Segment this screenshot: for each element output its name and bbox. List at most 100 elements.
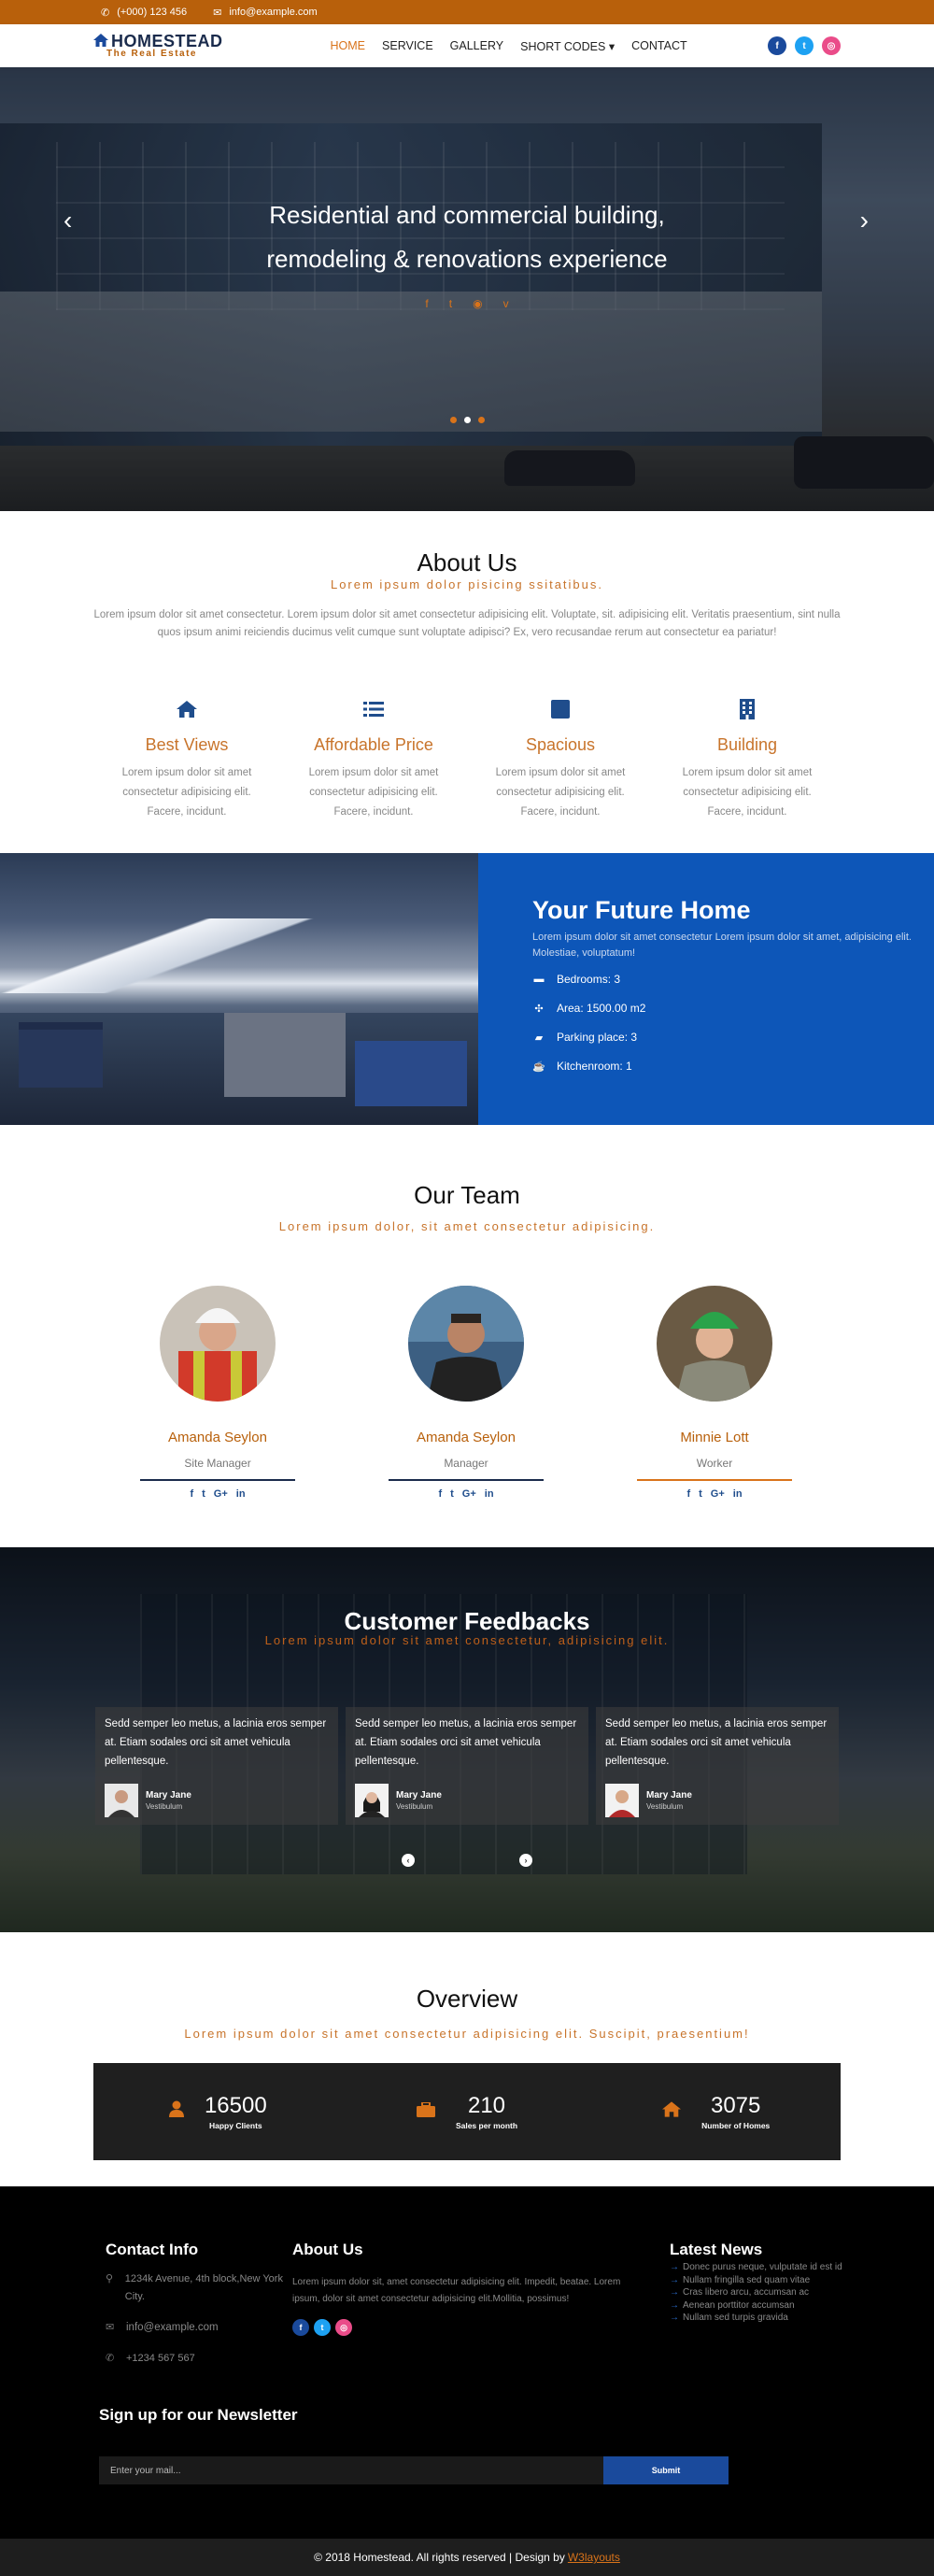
news-item[interactable]: → Cras libero arcu, accumsan ac bbox=[670, 2286, 842, 2299]
reviewer-title: Vestibulum bbox=[396, 1802, 433, 1811]
member-role: Manager bbox=[444, 1457, 488, 1470]
stat-homes: 3075 Number of Homes bbox=[591, 2093, 841, 2130]
contact-email[interactable]: info@example.com bbox=[126, 2319, 219, 2337]
car-icon: ▰ bbox=[534, 1032, 544, 1044]
newsletter-email-input[interactable]: Enter your mail... bbox=[99, 2456, 603, 2484]
member-role: Site Manager bbox=[184, 1457, 251, 1470]
team-members: Amanda Seylon Site Manager f t G+ in Amanda… bbox=[140, 1286, 934, 1500]
caret-down-icon: ▾ bbox=[608, 39, 616, 53]
feedback-next-arrow[interactable]: › bbox=[519, 1854, 532, 1867]
footer: Contact Info ⚲ 1234k Avenue, 4th block,Ne… bbox=[0, 2186, 934, 2539]
facebook-icon[interactable]: f bbox=[686, 1488, 690, 1500]
arrow-right-icon: → bbox=[670, 2299, 679, 2311]
dribbble-icon[interactable]: ◎ bbox=[335, 2319, 352, 2336]
dribbble-icon[interactable]: ◎ bbox=[822, 36, 841, 55]
team-member: Amanda Seylon Site Manager f t G+ in bbox=[140, 1286, 295, 1500]
avatar bbox=[355, 1784, 389, 1817]
stats-bar: 16500 Happy Clients 210 Sales per month 30… bbox=[93, 2063, 841, 2160]
twitter-icon[interactable]: t bbox=[699, 1488, 702, 1500]
menu-service[interactable]: SERVICE bbox=[382, 39, 433, 53]
google-plus-icon[interactable]: G+ bbox=[462, 1488, 476, 1500]
news-item[interactable]: → Donec purus neque, vulputate id est id bbox=[670, 2261, 842, 2274]
building-icon bbox=[654, 698, 841, 720]
slider-dot-1[interactable] bbox=[449, 417, 457, 423]
slider-dot-2[interactable] bbox=[463, 417, 471, 423]
topbar-email[interactable]: ✉ info@example.com bbox=[213, 7, 318, 19]
news-item[interactable]: → Nullam sed turpis gravida bbox=[670, 2312, 842, 2325]
hero-social: f t ◉ v bbox=[0, 297, 934, 310]
stat-value: 16500 bbox=[204, 2093, 267, 2118]
feature-title: Spacious bbox=[525, 735, 596, 754]
detail-parking: ▰ Parking place: 3 bbox=[532, 1031, 934, 1044]
slider-dots bbox=[0, 417, 934, 423]
reviewer-name: Mary Jane bbox=[646, 1790, 692, 1800]
detail-bedrooms: ▬ Bedrooms: 3 bbox=[533, 973, 621, 986]
google-plus-icon[interactable]: G+ bbox=[214, 1488, 228, 1500]
linkedin-icon[interactable]: in bbox=[485, 1488, 494, 1500]
footer-about: About Us Lorem ipsum dolor sit, amet con… bbox=[292, 2241, 638, 2336]
news-item[interactable]: → Nullam fringilla sed quam vitae bbox=[670, 2274, 842, 2287]
avatar bbox=[605, 1784, 639, 1817]
reviewer-title: Vestibulum bbox=[646, 1802, 684, 1811]
feedback-card: Sedd semper leo metus, a lacinia eros se… bbox=[596, 1707, 839, 1825]
logo-text[interactable]: HOMESTEAD bbox=[111, 33, 223, 50]
feedback-title: Customer Feedbacks bbox=[344, 1607, 590, 1635]
news-item[interactable]: → Aenean porttitor accumsan bbox=[670, 2299, 842, 2313]
menu-short-codes-label[interactable]: SHORT CODES bbox=[520, 40, 605, 53]
email-text[interactable]: info@example.com bbox=[229, 7, 317, 18]
feedback-card: Sedd semper leo metus, a lacinia eros se… bbox=[346, 1707, 588, 1825]
twitter-icon[interactable]: t bbox=[795, 36, 814, 55]
feature-spacious: Spacious Lorem ipsum dolor sit amet cons… bbox=[467, 698, 654, 822]
list-icon bbox=[280, 698, 467, 720]
member-social: f t G+ in bbox=[140, 1488, 295, 1500]
twitter-icon[interactable]: t bbox=[449, 297, 452, 310]
logo[interactable]: HOMESTEAD The Real Estate bbox=[93, 33, 223, 59]
feedback-prev-arrow[interactable]: ‹ bbox=[402, 1854, 415, 1867]
feedback-cards: Sedd semper leo metus, a lacinia eros se… bbox=[95, 1707, 839, 1825]
location-pin-icon: ⚲ bbox=[106, 2273, 114, 2284]
newsletter-submit-button[interactable]: Submit bbox=[603, 2456, 729, 2484]
menu-contact[interactable]: CONTACT bbox=[631, 39, 687, 53]
header-social: f t ◎ bbox=[768, 36, 841, 55]
linkedin-icon[interactable]: in bbox=[236, 1488, 246, 1500]
future-home-title: Your Future Home bbox=[532, 896, 751, 924]
arrow-right-icon: → bbox=[670, 2262, 679, 2272]
slider-dot-3[interactable] bbox=[477, 417, 485, 423]
facebook-icon[interactable]: f bbox=[768, 36, 786, 55]
google-plus-icon[interactable]: G+ bbox=[711, 1488, 725, 1500]
copyright-bar: © 2018 Homestead. All rights reserved | … bbox=[0, 2539, 934, 2576]
linkedin-icon[interactable]: in bbox=[733, 1488, 743, 1500]
facebook-icon[interactable]: f bbox=[425, 297, 428, 310]
team-title: Our Team bbox=[414, 1181, 520, 1209]
vimeo-icon[interactable]: v bbox=[503, 297, 509, 310]
facebook-icon[interactable]: f bbox=[190, 1488, 193, 1500]
feedback-card: Sedd semper leo metus, a lacinia eros se… bbox=[95, 1707, 338, 1825]
newsletter-title: Sign up for our Newsletter bbox=[99, 2406, 298, 2424]
future-home-details: Your Future Home Lorem ipsum dolor sit a… bbox=[478, 853, 934, 1125]
hero-heading: Residential and commercial building, rem… bbox=[0, 193, 934, 281]
footer-social: f t ◎ bbox=[292, 2319, 638, 2336]
news-title: Latest News bbox=[670, 2241, 763, 2258]
feature-text: Lorem ipsum dolor sit amet consectetur a… bbox=[495, 767, 626, 818]
feature-title: Building bbox=[716, 735, 778, 754]
twitter-icon[interactable]: t bbox=[450, 1488, 454, 1500]
house-logo-icon bbox=[93, 33, 108, 50]
menu-gallery[interactable]: GALLERY bbox=[450, 39, 503, 53]
feature-best-views: Best Views Lorem ipsum dolor sit amet co… bbox=[93, 698, 280, 822]
facebook-icon[interactable]: f bbox=[438, 1488, 442, 1500]
designer-link[interactable]: W3layouts bbox=[568, 2551, 620, 2564]
dribbble-icon[interactable]: ◉ bbox=[473, 297, 482, 310]
menu-home[interactable]: HOME bbox=[331, 39, 366, 53]
footer-about-text: Lorem ipsum dolor sit, amet consectetur … bbox=[292, 2277, 621, 2304]
avatar bbox=[160, 1286, 276, 1402]
copyright-text: © 2018 Homestead. All rights reserved | … bbox=[314, 2551, 565, 2564]
about-title: About Us bbox=[417, 548, 517, 576]
feedback-section: Customer Feedbacks Lorem ipsum dolor sit… bbox=[0, 1547, 934, 1932]
twitter-icon[interactable]: t bbox=[314, 2319, 331, 2336]
twitter-icon[interactable]: t bbox=[202, 1488, 205, 1500]
phone-icon: ✆ bbox=[101, 7, 110, 19]
phone-icon: ✆ bbox=[106, 2353, 115, 2364]
menu-short-codes[interactable]: SHORT CODES ▾ bbox=[520, 39, 615, 53]
facebook-icon[interactable]: f bbox=[292, 2319, 309, 2336]
briefcase-icon bbox=[416, 2100, 435, 2123]
